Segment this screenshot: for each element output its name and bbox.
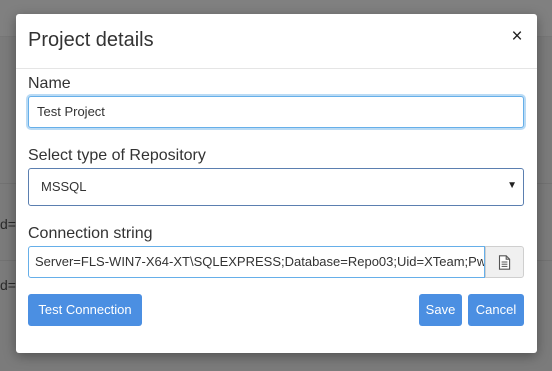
name-input[interactable]: Test Project: [28, 96, 524, 128]
repository-type-value: MSSQL: [41, 179, 87, 194]
connection-string-input[interactable]: Server=FLS-WIN7-X64-XT\SQLEXPRESS;Databa…: [28, 246, 485, 278]
save-button[interactable]: Save: [419, 294, 462, 326]
dialog-title: Project details: [28, 29, 154, 51]
connection-string-label: Connection string: [28, 225, 153, 242]
repository-type-label: Select type of Repository: [28, 147, 206, 164]
document-icon: [498, 254, 511, 270]
cancel-button[interactable]: Cancel: [468, 294, 524, 326]
dialog-header: Project details ×: [16, 14, 537, 69]
repository-type-select[interactable]: MSSQL ▼: [28, 168, 524, 206]
background-text-fragment: d=: [0, 277, 16, 293]
close-icon[interactable]: ×: [509, 27, 525, 48]
name-label: Name: [28, 75, 71, 92]
background-text-fragment: d=: [0, 216, 16, 232]
test-connection-button[interactable]: Test Connection: [28, 294, 142, 326]
project-details-dialog: Project details × Name Test Project Sele…: [16, 14, 537, 353]
chevron-down-icon: ▼: [507, 180, 517, 191]
connection-string-edit-button[interactable]: [485, 246, 524, 278]
